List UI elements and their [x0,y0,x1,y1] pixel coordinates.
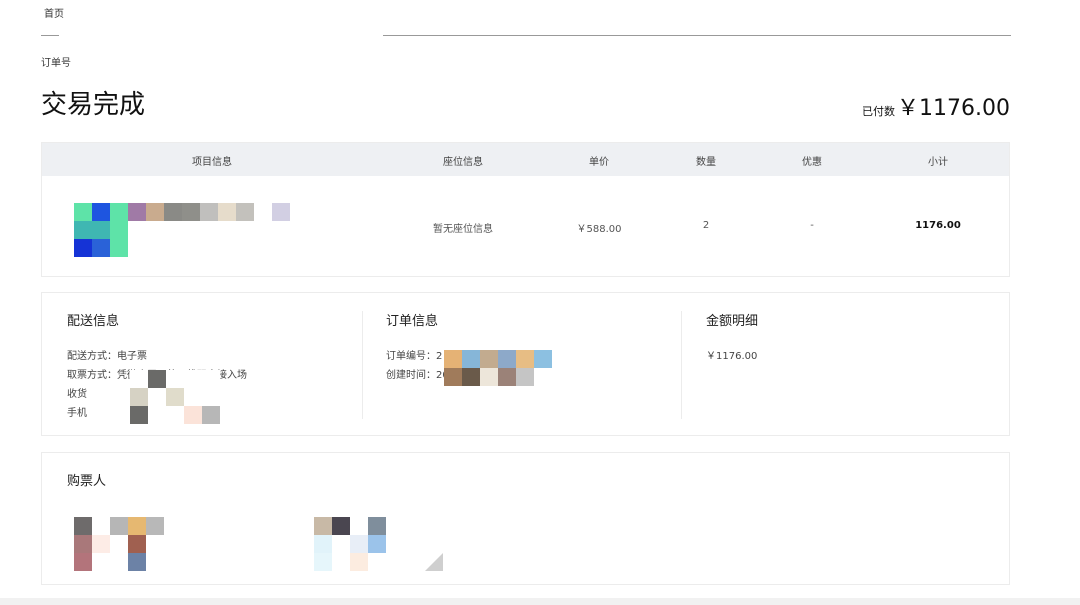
info-divider [362,311,363,419]
items-table: 项目信息 座位信息 单价 数量 优惠 小计 暂无座位信息 ￥588.00 2 -… [41,142,1010,277]
col-header-subtotal: 小计 [928,157,948,168]
seat-info: 暂无座位信息 [433,224,493,235]
col-header-quantity: 数量 [696,157,716,168]
delivery-title: 配送信息 [67,314,120,329]
order-info-title: 订单信息 [386,314,439,329]
table-row: 暂无座位信息 ￥588.00 2 - 1176.00 [42,176,1009,276]
unit-price: ￥588.00 [576,224,622,235]
page-title: 交易完成 [41,90,146,120]
breadcrumb-divider-short [41,35,59,36]
order-number-label: 订单号 [41,58,71,69]
info-divider [681,311,682,419]
subtotal: 1176.00 [915,220,961,231]
buyer-redacted-left [74,517,164,571]
delivery-section: 配送信息 配送方式：电子票 取票方式：凭微店展示的二维码直接入场 收货 手机 [67,293,357,435]
order-info-redacted [444,350,552,386]
breadcrumb-home-link[interactable]: 首页 [44,5,64,20]
breadcrumb-divider-long [383,35,1011,36]
delivery-receiver: 收货 [67,389,87,400]
paid-amount: ￥1176.00 [897,96,1010,121]
order-info-section: 订单信息 订单编号：2 创建时间：20 [386,293,676,435]
amount-detail-section: 金额明细 ￥1176.00 [706,293,996,435]
delivery-method: 配送方式：电子票 [67,351,147,362]
paid-amount-block: 已付数￥1176.00 [862,90,1010,122]
order-info-card: 配送信息 配送方式：电子票 取票方式：凭微店展示的二维码直接入场 收货 手机 订… [41,292,1010,436]
col-header-discount: 优惠 [802,157,822,168]
order-id: 订单编号：2 [386,351,443,362]
buyer-redacted-right [314,517,386,571]
quantity: 2 [702,220,710,231]
buyer-title: 购票人 [67,474,107,489]
bottom-scroll-bar [0,598,1080,605]
delivery-phone: 手机 [67,408,87,419]
amount-detail-title: 金额明细 [706,314,759,329]
buyer-redacted-corner [425,553,443,571]
paid-label: 已付数 [862,105,896,118]
items-table-header: 项目信息 座位信息 单价 数量 优惠 小计 [42,143,1009,176]
item-thumbnail-redacted [74,203,290,257]
discount: - [810,220,814,231]
col-header-unit-price: 单价 [589,157,609,168]
delivery-redacted [130,370,220,424]
col-header-seat: 座位信息 [443,157,483,168]
buyer-card: 购票人 [41,452,1010,585]
order-created-time: 创建时间：20 [386,370,449,381]
amount-detail-value: ￥1176.00 [706,351,758,362]
col-header-item: 项目信息 [192,157,232,168]
